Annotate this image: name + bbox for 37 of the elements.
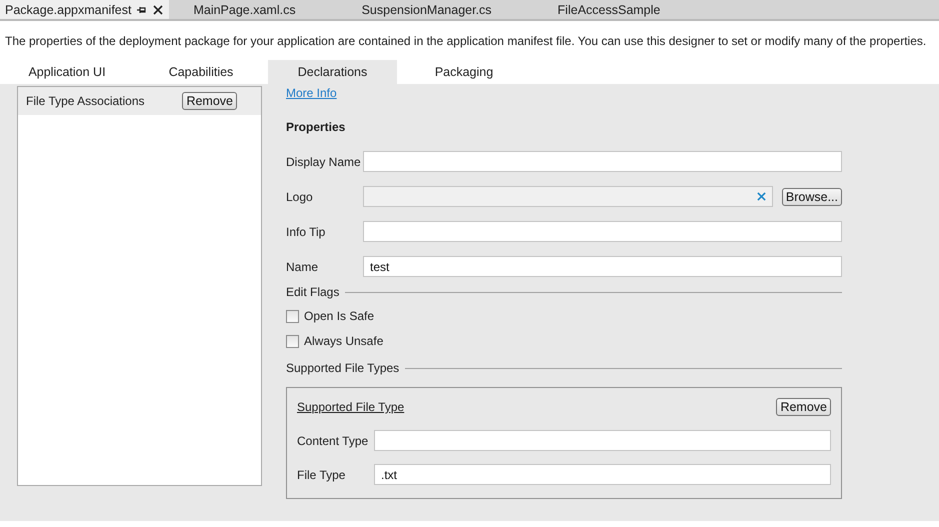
document-tab[interactable]: FileAccessSample bbox=[534, 0, 702, 19]
document-tab[interactable]: MainPage.xaml.cs bbox=[169, 0, 338, 19]
more-info-link[interactable]: More Info bbox=[286, 86, 337, 100]
document-tab[interactable]: SuspensionManager.cs bbox=[338, 0, 534, 19]
clear-icon[interactable] bbox=[756, 192, 766, 201]
checkbox[interactable] bbox=[286, 310, 299, 322]
card-title: Supported File Type bbox=[297, 400, 404, 414]
pin-icon[interactable] bbox=[137, 4, 148, 14]
field-label: Display Name bbox=[286, 154, 362, 168]
group-title: Supported File Types bbox=[286, 361, 400, 375]
remove-button[interactable]: Remove bbox=[182, 92, 237, 110]
input-field[interactable]: test bbox=[363, 256, 842, 277]
group-title: Edit Flags bbox=[286, 285, 340, 299]
browse-button[interactable]: Browse... bbox=[782, 188, 842, 206]
field-label: Name bbox=[286, 260, 320, 274]
properties-heading: Properties bbox=[286, 120, 346, 134]
field-label: Content Type bbox=[297, 434, 370, 448]
tab[interactable]: Packaging bbox=[397, 60, 531, 84]
input-field[interactable] bbox=[363, 221, 842, 242]
input-field[interactable] bbox=[363, 151, 842, 172]
checkbox-label[interactable]: Open Is Safe bbox=[304, 309, 374, 323]
tab[interactable]: Declarations bbox=[268, 60, 397, 84]
declaration-item[interactable]: File Type Associations Remove bbox=[18, 87, 261, 115]
checkbox-label[interactable]: Always Unsafe bbox=[304, 334, 384, 348]
tab[interactable]: Capabilities bbox=[134, 60, 268, 84]
field-label: File Type bbox=[297, 468, 346, 482]
tab[interactable]: Application UI bbox=[0, 60, 134, 84]
field-label: Logo bbox=[286, 190, 314, 204]
close-icon[interactable] bbox=[153, 4, 164, 14]
input-field[interactable]: .txt bbox=[374, 464, 831, 485]
document-tab[interactable]: Package.appxmanifest bbox=[0, 0, 170, 19]
checkbox[interactable] bbox=[286, 334, 299, 348]
input-field[interactable] bbox=[374, 430, 831, 451]
file-field[interactable] bbox=[363, 186, 773, 207]
field-label: Info Tip bbox=[286, 224, 326, 238]
remove-button[interactable]: Remove bbox=[776, 398, 831, 416]
description-text: The properties of the deployment package for your application are contained in the application manifest file. You can use this designer to set or modify many of the properties. bbox=[4, 33, 928, 50]
